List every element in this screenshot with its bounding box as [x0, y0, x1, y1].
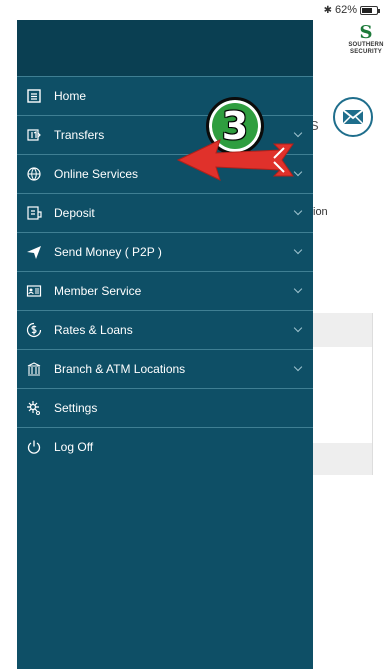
menu-item-label: Settings — [54, 401, 98, 415]
battery-icon — [360, 5, 380, 15]
transfers-icon — [26, 127, 42, 143]
menu-item-label: Send Money ( P2P ) — [54, 245, 162, 259]
menu-item-label: Home — [54, 89, 87, 103]
background-divider — [372, 313, 373, 475]
menu-item-rates-loans[interactable]: Rates & Loans — [17, 310, 313, 349]
online-services-icon — [26, 166, 42, 182]
drawer-menu: Home Transfers Online Services Deposit S… — [17, 76, 313, 466]
menu-item-label: Member Service — [54, 284, 142, 298]
menu-item-log-off[interactable]: Log Off — [17, 427, 313, 466]
bank-logo-line2: SECURITY — [350, 49, 382, 55]
send-money-icon — [26, 244, 42, 260]
background-partial-label: ion — [313, 206, 328, 218]
drawer-header — [17, 20, 313, 76]
battery-fill — [362, 7, 372, 13]
bank-logo-mark: S — [359, 22, 373, 43]
menu-item-label: Branch & ATM Locations — [54, 362, 186, 376]
rates-loans-icon — [26, 322, 42, 338]
power-icon — [26, 439, 42, 455]
menu-item-send-money[interactable]: Send Money ( P2P ) — [17, 232, 313, 271]
carrier-info: AT&T LTE — [18, 4, 82, 16]
bank-logo: S SOUTHERN SECURITY — [340, 24, 392, 56]
menu-item-branch-atm[interactable]: Branch & ATM Locations — [17, 349, 313, 388]
screen: AT&T LTE 11:29 AM ✱ 62% S SOUTHERN SECUR… — [0, 0, 392, 669]
menu-item-label: Rates & Loans — [54, 323, 133, 337]
status-right: ✱ 62% — [323, 4, 380, 16]
settings-icon — [26, 400, 42, 416]
bluetooth-icon: ✱ — [323, 4, 332, 16]
navigation-drawer: Home Transfers Online Services Deposit S… — [17, 20, 313, 669]
status-bar: AT&T LTE 11:29 AM ✱ 62% — [0, 0, 392, 20]
envelope-icon — [342, 109, 364, 125]
home-icon — [26, 88, 42, 104]
branch-atm-icon — [26, 361, 42, 377]
red-arrow-annotation — [176, 139, 294, 181]
menu-item-settings[interactable]: Settings — [17, 388, 313, 427]
status-time: 11:29 AM — [178, 4, 226, 16]
background-section-header — [313, 313, 373, 347]
menu-item-member-service[interactable]: Member Service — [17, 271, 313, 310]
carrier-label: AT&T LTE — [32, 4, 82, 16]
bank-logo-line1: SOUTHERN — [348, 42, 384, 48]
menu-item-home[interactable]: Home — [17, 76, 313, 115]
mail-button[interactable] — [333, 97, 373, 137]
menu-item-label: Log Off — [54, 440, 94, 454]
background-card — [313, 347, 373, 443]
menu-item-label: Deposit — [54, 206, 95, 220]
background-section-footer — [313, 443, 373, 475]
battery-percent: 62% — [334, 4, 357, 16]
signal-icon — [18, 5, 29, 15]
member-service-icon — [26, 283, 42, 299]
deposit-icon — [26, 205, 42, 221]
menu-item-deposit[interactable]: Deposit — [17, 193, 313, 232]
